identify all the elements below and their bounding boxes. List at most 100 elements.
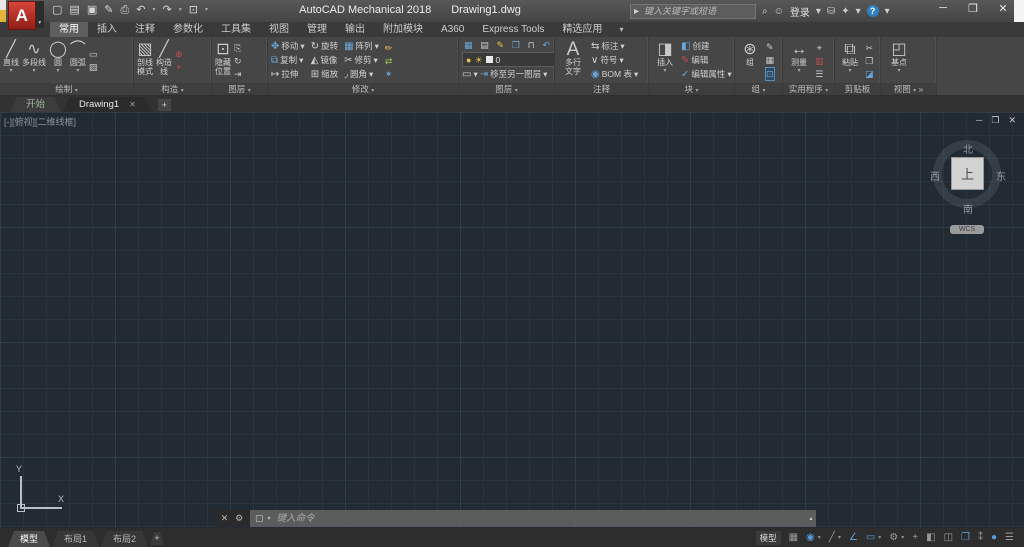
annotation-scale-icon[interactable]: ◫: [944, 532, 953, 543]
layer-tool-icon[interactable]: ⎘: [234, 42, 242, 54]
layer-isolate-icon[interactable]: ✎: [497, 39, 505, 51]
erase-icon[interactable]: ✏: [385, 42, 393, 54]
new-drawing-tab-button[interactable]: +: [158, 99, 171, 111]
circle-dropdown-icon[interactable]: ▾: [56, 68, 59, 74]
tab-featured-apps[interactable]: 精选应用: [553, 22, 611, 37]
move-to-layer-button[interactable]: ▭ ▾ ⇥ 移至另一图层 ▾: [462, 68, 552, 81]
arc-dropdown-icon[interactable]: ▾: [76, 68, 79, 74]
mtext-button[interactable]: A 多行 文字: [558, 39, 588, 82]
stretch-button[interactable]: ↦拉伸: [271, 68, 305, 81]
offset-icon[interactable]: ⇄: [385, 55, 393, 67]
layer-move-icon[interactable]: ⇥: [234, 68, 242, 80]
panel-title-layers-mech[interactable]: 图层 ▾: [212, 83, 267, 95]
panel-title-annotation[interactable]: 注释: [555, 83, 648, 95]
redo-icon[interactable]: ↷: [162, 3, 171, 17]
group-edit-icon[interactable]: ✎: [765, 41, 775, 53]
line-button[interactable]: ╱ 直线 ▾: [3, 39, 19, 82]
grid-toggle-icon[interactable]: ▦: [789, 532, 798, 543]
tab-express-tools[interactable]: Express Tools: [473, 22, 553, 37]
array-button[interactable]: ▦阵列▾: [344, 40, 379, 53]
ungroup-icon[interactable]: ▦: [765, 54, 775, 66]
dimension-button[interactable]: ⇆标注▾: [591, 40, 638, 53]
share-icon[interactable]: ✦: [841, 6, 849, 17]
isodraft-toggle-icon[interactable]: ∠: [849, 532, 858, 543]
signin-dropdown-icon[interactable]: ▾: [816, 6, 821, 17]
plot-icon[interactable]: ⎙: [120, 3, 129, 17]
tab-output[interactable]: 输出: [336, 22, 374, 37]
wcs-dropdown[interactable]: WCS: [950, 225, 984, 234]
move-button[interactable]: ✥移动▾: [271, 40, 305, 53]
insert-block-button[interactable]: ◨ 插入 ▾: [652, 39, 678, 82]
command-history-icon[interactable]: ▴: [806, 510, 816, 527]
quick-select-icon[interactable]: ⌖: [815, 42, 824, 54]
trim-button[interactable]: ✂修剪▾: [344, 54, 379, 67]
snap-dropdown-icon[interactable]: ▾: [818, 534, 821, 541]
arc-button[interactable]: ⌒ 圆弧 ▾: [70, 39, 86, 82]
rotate-button[interactable]: ↻旋转: [311, 40, 338, 53]
app-store-cart-icon[interactable]: ⛁: [827, 6, 835, 17]
help-icon[interactable]: ?: [867, 5, 879, 17]
group-selection-toggle-icon[interactable]: ⊡: [765, 67, 775, 81]
polar-dropdown-icon[interactable]: ▾: [838, 534, 841, 541]
explode-icon[interactable]: ✶: [385, 68, 393, 80]
tab-toolsets[interactable]: 工具集: [212, 22, 260, 37]
copy-clip-icon[interactable]: ❐: [865, 55, 874, 67]
viewcube-west[interactable]: 西: [927, 168, 943, 183]
workspace-icon[interactable]: ⊡: [189, 3, 198, 17]
file-tab-close-icon[interactable]: ✕: [129, 97, 136, 112]
annotation-scale-add-icon[interactable]: +: [912, 532, 918, 543]
search-go-icon[interactable]: ▸: [634, 6, 639, 17]
paste-button[interactable]: ⧉ 粘贴 ▾: [838, 39, 862, 82]
panel-title-layers[interactable]: 图层 ▾: [459, 83, 554, 95]
fillet-button[interactable]: ◞圆角▾: [344, 68, 379, 81]
layer-lock-icon[interactable]: ⊓: [528, 39, 535, 51]
command-close-icon[interactable]: ✕: [221, 513, 229, 524]
layer-refresh-icon[interactable]: ↻: [234, 55, 242, 67]
drawing-restore-icon[interactable]: ❐: [991, 115, 999, 126]
command-customize-icon[interactable]: ⚙: [235, 513, 243, 524]
save-as-icon[interactable]: ✎: [104, 3, 113, 17]
share-dropdown-icon[interactable]: ▾: [856, 6, 861, 17]
viewcube-south[interactable]: 南: [960, 201, 976, 216]
panel-title-draw[interactable]: 绘制 ▾: [0, 83, 133, 95]
tab-parametric[interactable]: 参数化: [164, 22, 212, 37]
tab-view[interactable]: 视图: [260, 22, 298, 37]
layout-tab-model[interactable]: 模型: [8, 531, 50, 547]
tab-addins[interactable]: 附加模块: [374, 22, 432, 37]
centerline-icon[interactable]: ⊕: [175, 48, 183, 60]
drawing-canvas[interactable]: [-][俯视][二维线框] ─ ❐ ✕ 北 南 西 东 上 WCS Y X ✕ …: [0, 112, 1024, 528]
symbol-button[interactable]: ∨符号▾: [591, 54, 638, 67]
construction-line-button[interactable]: ╱ 构造 线: [156, 39, 172, 82]
workspace-switch-icon[interactable]: ❐: [961, 532, 970, 543]
polyline-button[interactable]: ∿ 多段线 ▾: [22, 39, 46, 82]
close-button[interactable]: ✕: [996, 2, 1010, 15]
polar-tracking-icon[interactable]: ╱: [829, 532, 835, 543]
hide-situation-button[interactable]: ⊡ 隐藏 位置: [215, 39, 231, 82]
command-input-area[interactable]: ▢ ▾: [250, 510, 806, 527]
circle-button[interactable]: ◯ 圆 ▾: [49, 39, 67, 82]
help-dropdown-icon[interactable]: ▾: [885, 6, 890, 17]
cline-mode-button[interactable]: ▧ 剖线 模式: [137, 39, 153, 82]
osnap-dropdown-icon[interactable]: ▾: [878, 534, 881, 541]
polyline-dropdown-icon[interactable]: ▾: [32, 68, 35, 74]
qat-customize-icon[interactable]: ▾: [205, 3, 208, 17]
command-input[interactable]: [275, 512, 801, 525]
new-layout-button[interactable]: +: [150, 532, 164, 545]
minimize-button[interactable]: ─: [936, 2, 950, 15]
layer-dropdown[interactable]: ● ☀ 0 ▾: [462, 52, 554, 67]
redo-dropdown-icon[interactable]: ▾: [179, 3, 182, 17]
line-dropdown-icon[interactable]: ▾: [9, 68, 12, 74]
tab-insert[interactable]: 插入: [88, 22, 126, 37]
viewcube-east[interactable]: 东: [993, 168, 1009, 183]
layer-freeze-icon[interactable]: ❐: [512, 39, 520, 51]
panel-title-group[interactable]: 组 ▾: [735, 83, 782, 95]
point-style-icon[interactable]: ☰: [815, 68, 824, 80]
layer-match-icon[interactable]: ↶: [542, 39, 550, 51]
new-file-icon[interactable]: ▢: [52, 3, 62, 17]
gear-dropdown-icon[interactable]: ▾: [901, 534, 904, 541]
file-tab-start[interactable]: 开始: [10, 97, 61, 112]
rectangle-icon[interactable]: ▭: [89, 48, 98, 60]
cut-icon[interactable]: ✂: [865, 42, 874, 54]
paste-special-icon[interactable]: ◪: [865, 68, 874, 80]
edit-block-button[interactable]: ✎编辑: [681, 54, 732, 67]
